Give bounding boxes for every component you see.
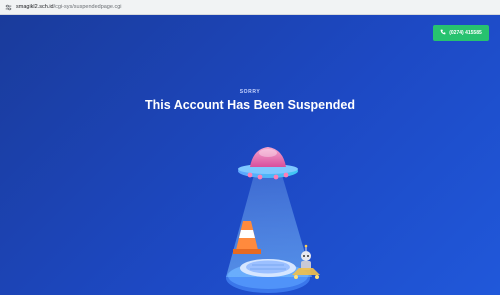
phone-icon bbox=[440, 29, 446, 37]
suspended-page: (0274) 415585 SORRY This Account Has Bee… bbox=[0, 15, 500, 295]
url-text[interactable]: smagikl2.sch.id/cgi-sys/suspendedpage.cg… bbox=[16, 4, 121, 10]
ufo-abduction-illustration bbox=[220, 135, 330, 295]
url-path: /cgi-sys/suspendedpage.cgi bbox=[53, 4, 122, 10]
browser-address-bar[interactable]: smagikl2.sch.id/cgi-sys/suspendedpage.cg… bbox=[0, 0, 500, 15]
phone-contact-button[interactable]: (0274) 415585 bbox=[433, 25, 489, 41]
phone-number: (0274) 415585 bbox=[449, 30, 482, 36]
tune-icon[interactable] bbox=[3, 2, 13, 12]
url-host: smagikl2.sch.id bbox=[16, 4, 54, 10]
sorry-label: SORRY bbox=[239, 89, 261, 95]
page-title: This Account Has Been Suspended bbox=[145, 98, 355, 112]
